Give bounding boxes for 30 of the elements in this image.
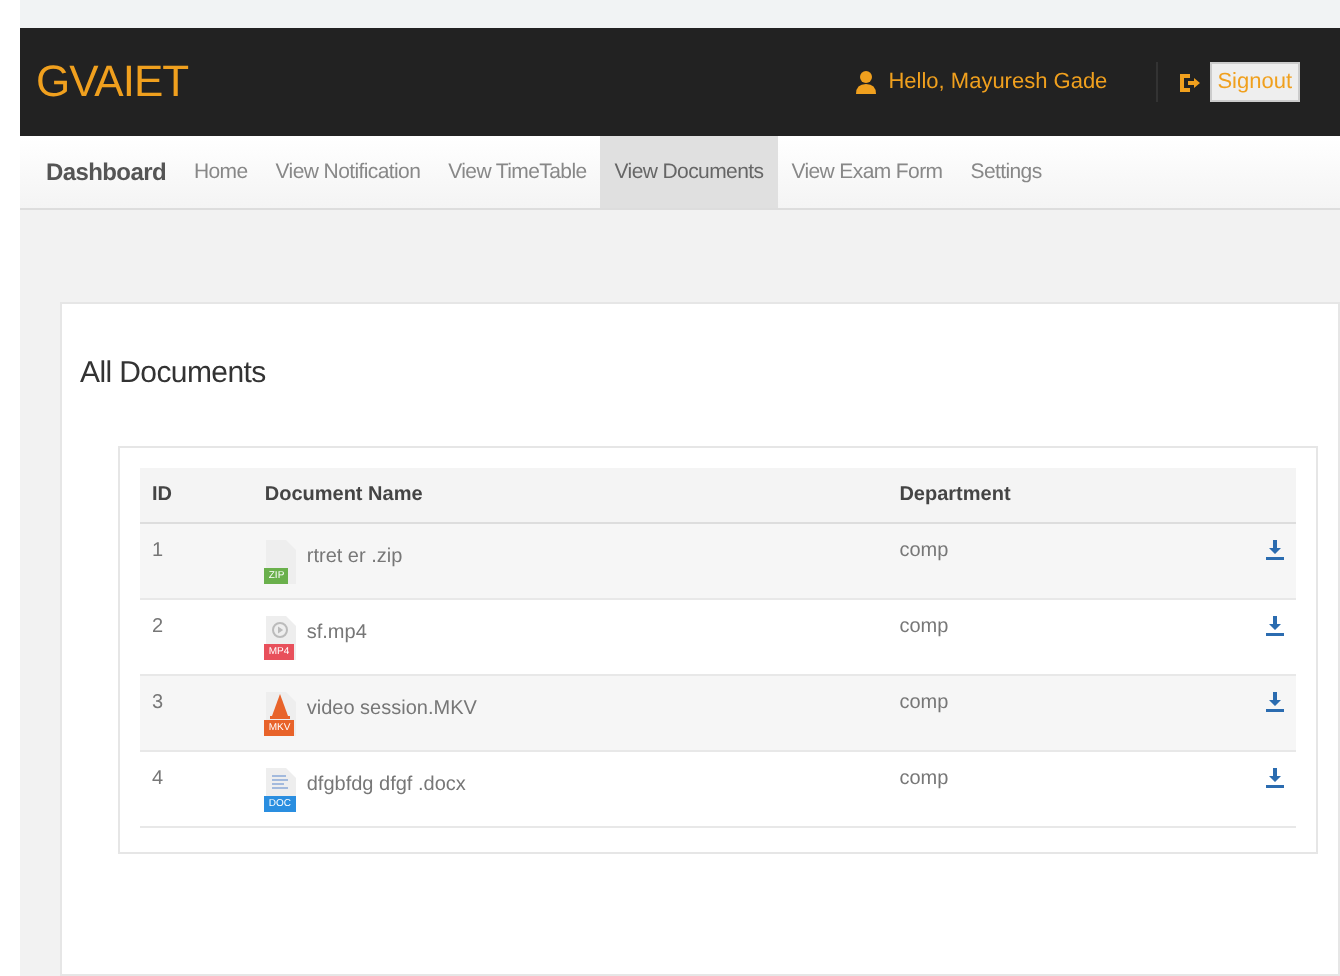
- download-icon[interactable]: [1266, 692, 1284, 712]
- table-cell: 1: [140, 523, 253, 599]
- nav-link[interactable]: Home: [179, 136, 262, 208]
- table-cell: 3: [140, 675, 253, 751]
- signout-icon: [1177, 71, 1200, 93]
- document-name: rtret er .zip: [306, 544, 403, 568]
- signout-button[interactable]: Signout: [1209, 62, 1300, 102]
- document-name: dfgbfdg dfgf .docx: [306, 772, 466, 796]
- nav-link[interactable]: View TimeTable: [434, 136, 601, 208]
- document-name: sf.mp4: [306, 620, 367, 644]
- table-cell: comp: [887, 751, 1222, 827]
- nav-link[interactable]: View Documents: [600, 136, 778, 208]
- user-icon: [856, 70, 877, 94]
- column-header: Department: [887, 468, 1222, 523]
- table-cell: 4: [140, 751, 253, 827]
- download-icon[interactable]: [1266, 616, 1284, 636]
- nav-link[interactable]: View Notification: [261, 136, 435, 208]
- brand-logo: GVAIET: [36, 56, 189, 108]
- user-greeting: Hello, Mayuresh Gade: [888, 70, 1108, 94]
- download-icon[interactable]: [1266, 540, 1284, 560]
- table-cell: comp: [887, 523, 1222, 599]
- document-name: video session.MKV: [306, 696, 477, 720]
- column-header: ID: [140, 468, 253, 523]
- nav-link[interactable]: View Exam Form: [777, 136, 957, 208]
- page-title: All Documents: [80, 356, 268, 390]
- download-icon[interactable]: [1266, 768, 1284, 788]
- nav-brand[interactable]: Dashboard: [32, 136, 180, 208]
- table-cell: comp: [887, 675, 1222, 751]
- column-header: Document Name: [252, 468, 888, 523]
- nav-link[interactable]: Settings: [956, 136, 1056, 208]
